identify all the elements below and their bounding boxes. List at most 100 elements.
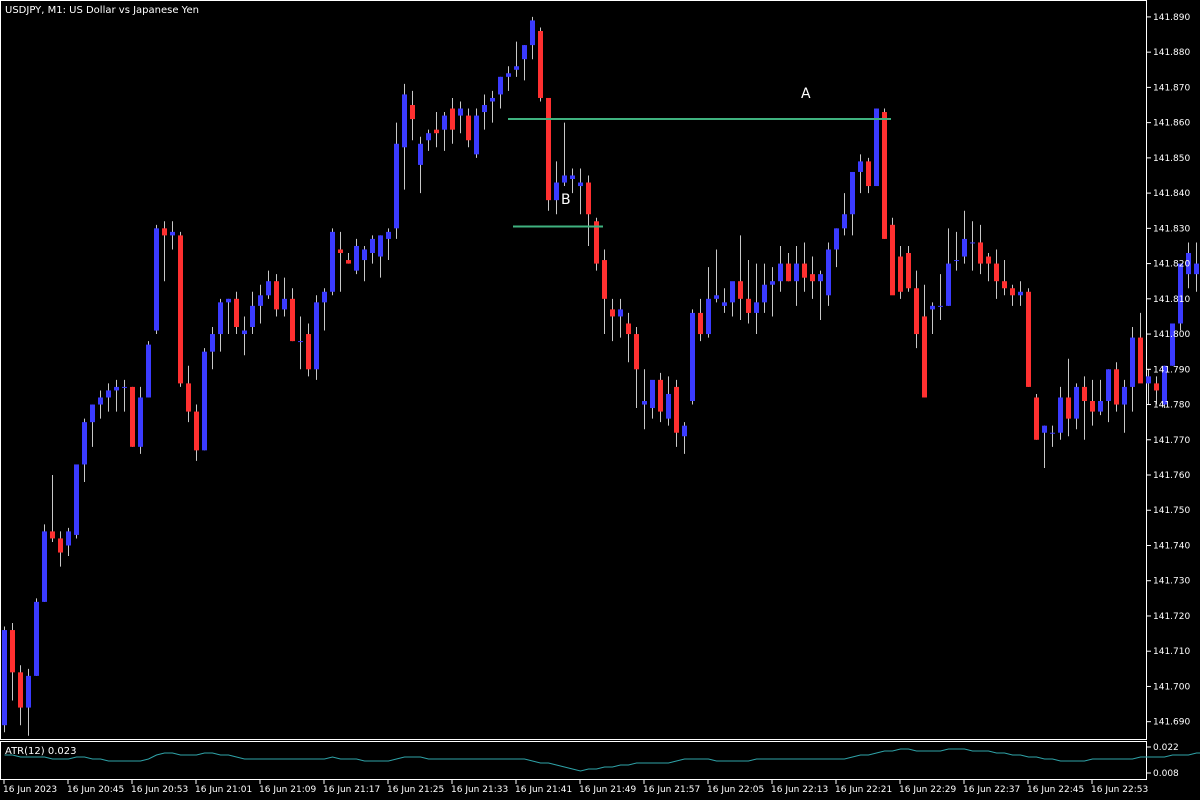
x-tick-label: 16 Jun 21:57 [643,785,700,795]
candle-body-bear [1154,383,1159,391]
candle-body-bull [618,309,623,317]
candle-body-bull [258,295,263,306]
candle-body-bear [738,281,743,299]
candle-body-bull [42,531,47,602]
candle [1026,288,1031,387]
candle-body-bull [378,235,383,257]
candle-body-bear [338,249,343,254]
candle-body-bull [706,298,711,335]
candle-body-bull [210,334,215,352]
candle-body-bear [810,274,815,282]
candle-body-bear [906,253,911,289]
x-tick-label: 16 Jun 22:05 [707,785,764,795]
candle-body-bear [626,323,631,335]
candle-body-bull [242,330,247,335]
candle-body-bull [666,393,671,419]
candle-body-bull [114,386,119,391]
x-tick-label: 16 Jun 20:53 [131,785,188,795]
x-tick-label: 16 Jun 21:49 [579,785,636,795]
y-tick-label: 141.800 [1153,330,1190,340]
candle [314,295,319,380]
y-tick-label: 141.870 [1153,83,1190,93]
candle-body-bull [714,295,719,299]
candle-body-bear [130,386,135,447]
candle-body-bull [826,249,831,296]
candle-body-bull [650,379,655,409]
candle-body-bull [490,97,495,102]
candle-body-bull [834,228,839,250]
candle-body-bull [2,630,7,726]
candle-body-bull [522,45,527,60]
candle [882,108,887,239]
annotation-b[interactable]: B [561,192,571,208]
candle-body-bear [346,260,351,264]
candle-body-bear [466,115,471,141]
price-axis[interactable]: 141.890 141.880 141.870 141.860 141.850 141.8… [1147,13,1190,728]
candle-body-bull [570,175,575,180]
candle-body-bear [882,112,887,239]
candle-body-bull [722,302,727,306]
candle-body-bull [442,115,447,130]
candle-body-bear [10,630,15,673]
y-tick-label: 141.740 [1153,541,1190,551]
price-chart[interactable]: USDJPY, M1: US Dollar vs Japanese Yen A … [0,0,1200,800]
candle-body-bull [962,238,967,257]
candle-body-bear [1066,397,1071,419]
candle-body-bull [1146,376,1151,384]
x-tick-label: 16 Jun 22:37 [963,785,1020,795]
y-tick-label: 141.750 [1153,506,1190,516]
candle [874,108,879,187]
candle [154,224,159,335]
candle-body-bull [514,66,519,70]
candle [546,97,551,211]
candle-body-bull [794,263,799,282]
candle-body-bull [1130,337,1135,387]
candle-body-bear [410,105,415,120]
candle-body-bull [554,182,559,201]
candle-body-bull [930,305,935,310]
candle-body-bull [386,231,391,239]
x-tick-label: 16 Jun 21:33 [451,785,508,795]
candle-body-bear [1138,337,1143,384]
candle-body-bull [322,291,327,303]
candle-body-bull [218,302,223,335]
candle-body-bull [818,274,823,282]
candle-body-bear [162,228,167,236]
candle-body-bear [58,538,63,553]
x-tick-label: 16 Jun 20:45 [67,785,124,795]
candle-body-bear [594,221,599,264]
x-tick-label: 16 Jun 21:09 [259,785,316,795]
candle-body-bull [506,73,511,77]
candle-body-bear [994,263,999,282]
candle-body-bear [1114,369,1119,405]
y-tick-label: 141.860 [1153,119,1190,129]
x-tick-label: 16 Jun 21:41 [515,785,572,795]
x-tick-label: 16 Jun 22:29 [899,785,956,795]
candle-body-bear [274,281,279,310]
candle-body-bull [330,231,335,292]
candle-body-bear [978,242,983,264]
y-tick-label: 141.830 [1153,224,1190,234]
candle-body-bear [746,298,751,313]
candle-body-bull [146,344,151,398]
x-tick-label: 16 Jun 21:17 [323,785,380,795]
candle-body-bear [610,309,615,317]
candle-body-bull [170,231,175,236]
candle-body-bull [426,133,431,141]
y-tick-label: 141.880 [1153,48,1190,58]
candle-body-bull [850,171,855,215]
x-tick-label: 16 Jun 21:01 [195,785,252,795]
candle-body-bull [82,422,87,465]
candle-body-bear [602,260,607,299]
candle-body-bull [482,105,487,113]
candle-body-bull [370,238,375,254]
candle-body-bear [1034,397,1039,440]
y-tick-label: 141.780 [1153,401,1190,411]
x-tick-label: 16 Jun 2023 [3,785,57,795]
candle [74,464,79,539]
candle-body-bull [418,143,423,165]
candle-body-bear [50,531,55,539]
annotation-a[interactable]: A [801,86,811,102]
candle-body-bull [1194,263,1199,275]
x-tick-label: 16 Jun 22:13 [771,785,828,795]
